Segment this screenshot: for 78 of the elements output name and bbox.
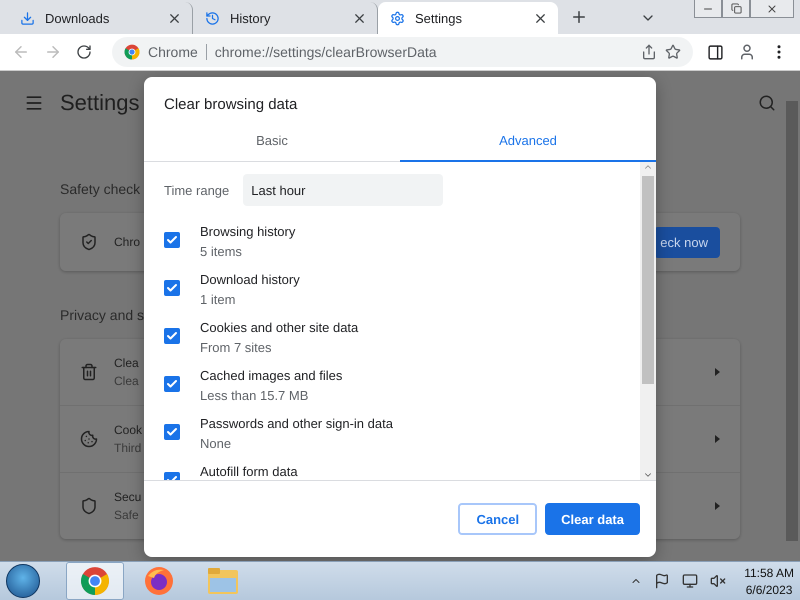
start-button[interactable] [6, 564, 40, 598]
chrome-logo-icon [80, 566, 110, 596]
item-subtitle: 1 item [200, 292, 236, 307]
taskbar-app[interactable] [66, 562, 124, 600]
profile-icon[interactable] [738, 43, 756, 61]
dialog-title: Clear browsing data [163, 95, 298, 115]
flag-icon[interactable] [654, 573, 670, 589]
checkmark-icon [166, 378, 178, 390]
row-subtitle: Safe [114, 508, 139, 522]
cookie-icon [80, 430, 98, 448]
site-label: Chrome [148, 44, 207, 60]
item-title: Cookies and other site data [200, 320, 358, 335]
checkbox[interactable] [164, 376, 180, 392]
star-icon[interactable] [665, 44, 681, 60]
browser-tab[interactable]: Settings [378, 2, 558, 34]
close-icon [766, 2, 778, 14]
item-title: Passwords and other sign-in data [200, 416, 393, 431]
shield-icon [80, 497, 98, 515]
arrow-icon[interactable] [715, 435, 720, 443]
section-heading: Safety check [60, 181, 140, 197]
item-subtitle: Less than 15.7 MB [200, 388, 310, 403]
checkmark-icon [166, 330, 178, 342]
arrow-icon[interactable] [715, 368, 720, 376]
item-subtitle: From 7 sites [200, 340, 273, 355]
item-title: Download history [200, 272, 300, 287]
row-title: Secu [114, 490, 142, 504]
checkmark-icon [166, 426, 178, 438]
clear-data-button[interactable]: Clear data [545, 503, 640, 535]
checkbox[interactable] [164, 328, 180, 344]
history-icon [205, 10, 220, 26]
row-title: Chro [114, 235, 140, 249]
checkmark-icon [166, 234, 178, 246]
share-icon[interactable] [641, 44, 657, 60]
clock-date: 6/6/2023 [746, 582, 792, 596]
checkbox[interactable] [164, 424, 180, 440]
time-range-label: Time range [164, 182, 230, 198]
cancel-button[interactable]: Cancel [458, 503, 538, 535]
row-title: Clea [114, 356, 139, 370]
network-icon[interactable] [682, 573, 698, 589]
row-subtitle: Third [114, 441, 142, 455]
checkmark-icon [166, 282, 178, 294]
folder-icon [206, 566, 240, 596]
item-title: Cached images and files [200, 368, 342, 383]
gear-icon [390, 10, 405, 26]
time-range-select[interactable]: Last hour [243, 174, 444, 206]
row-subtitle: Clea [114, 374, 139, 388]
clock-time: 11:58 AM [744, 566, 794, 580]
scrollbar[interactable] [786, 101, 798, 541]
address-bar[interactable]: Chrome chrome://settings/clearBrowserData [112, 37, 693, 67]
settings-title: Settings [60, 90, 140, 116]
item-title: Browsing history [200, 224, 296, 239]
new-tab-icon[interactable] [570, 8, 588, 26]
search-icon[interactable] [758, 94, 776, 112]
clock[interactable]: 11:58 AM 6/6/2023 [744, 566, 794, 596]
firefox-logo-icon [144, 566, 174, 596]
restore-button[interactable] [722, 0, 750, 18]
url-text: chrome://settings/clearBrowserData [214, 44, 438, 60]
item-subtitle: 5 items [200, 244, 243, 259]
volume-muted-icon[interactable] [710, 573, 726, 589]
check-now-button[interactable]: eck now [654, 226, 720, 258]
item-subtitle: None [200, 436, 232, 451]
download-icon [20, 10, 35, 26]
scrollbar[interactable] [640, 162, 656, 480]
row-title: Cook [114, 423, 142, 437]
item-title: Autofill form data [200, 464, 298, 479]
checkbox[interactable] [164, 232, 180, 248]
arrow-icon[interactable] [715, 502, 720, 510]
reload-icon[interactable] [76, 44, 92, 60]
restore-icon [730, 3, 742, 14]
shield-check-icon [80, 233, 98, 251]
dialog-tab[interactable]: Basic [144, 123, 400, 162]
checkbox[interactable] [164, 280, 180, 296]
side-panel-icon[interactable] [707, 44, 724, 60]
trash-icon [80, 363, 98, 381]
section-heading: Privacy and s [60, 307, 144, 323]
close-window-button[interactable] [750, 0, 794, 18]
chrome-logo-icon [124, 44, 140, 60]
dialog-tab[interactable]: Advanced [400, 123, 656, 162]
